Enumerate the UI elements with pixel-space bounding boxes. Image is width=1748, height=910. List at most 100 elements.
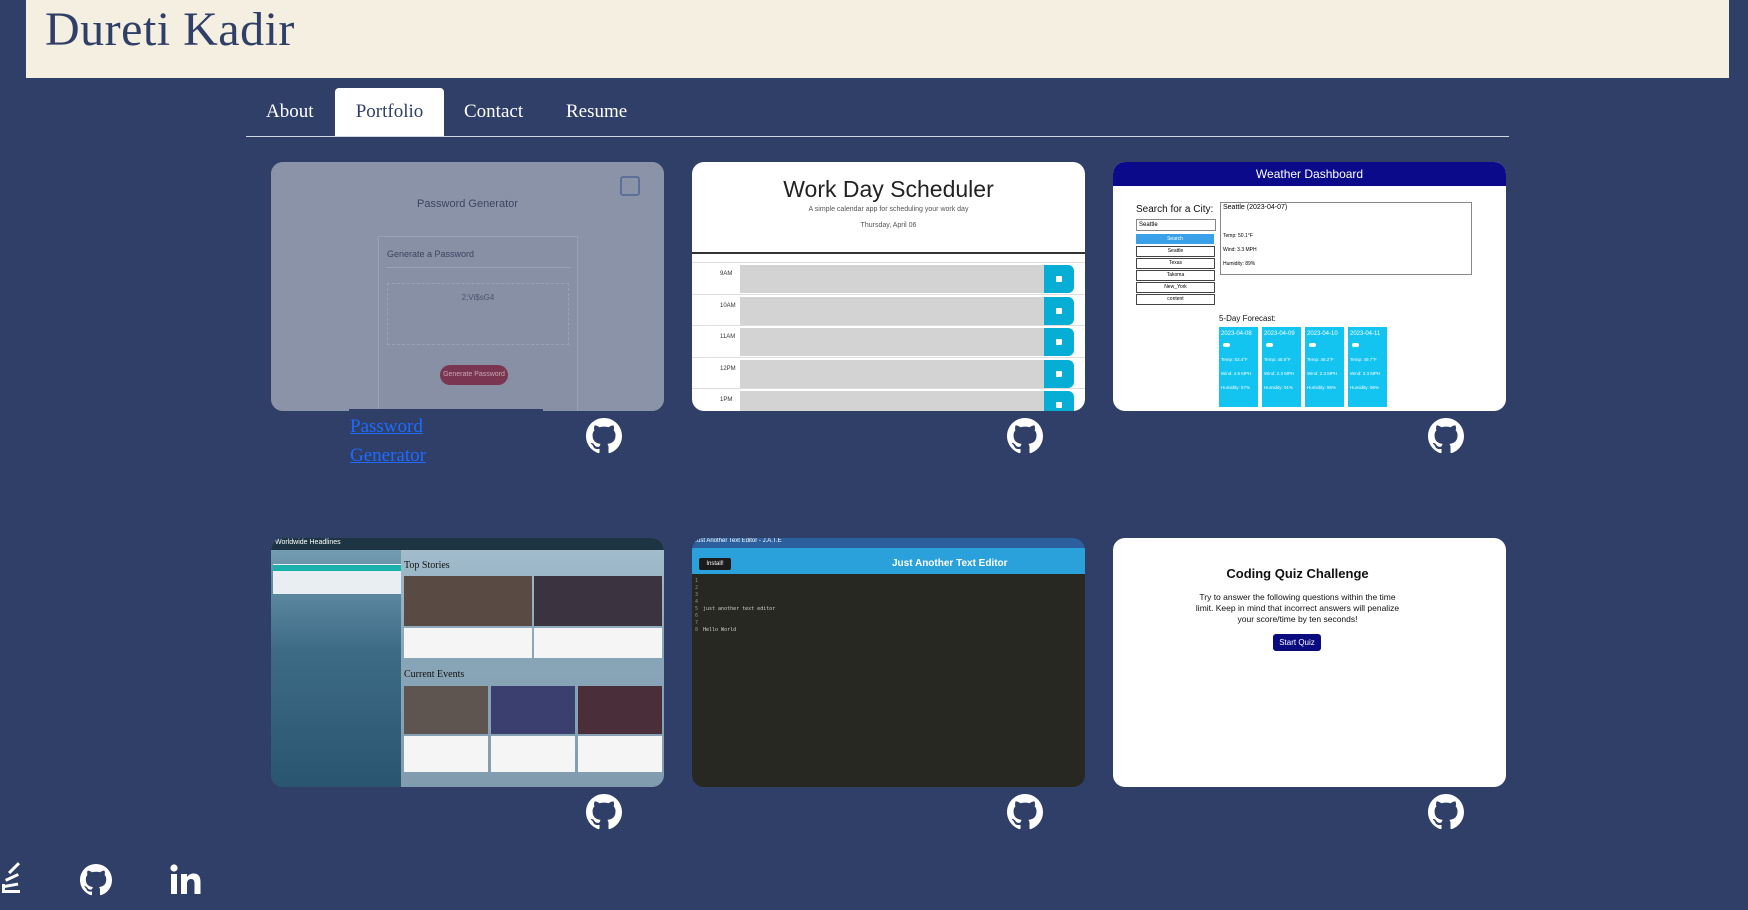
weather-forecast-label: 5-Day Forecast: (1219, 314, 1276, 323)
scheduler-subtitle: A simple calendar app for scheduling you… (808, 206, 969, 213)
weather-city-button: Texas (1136, 258, 1215, 269)
weather-search-input: Seattle (1136, 219, 1216, 231)
weather-search-button: Search (1136, 234, 1214, 244)
editor-line: 7 (695, 620, 775, 627)
scheduler-text-area (740, 265, 1044, 293)
weather-forecast-temp: Temp: 48.6°F (1264, 357, 1291, 362)
scheduler-hour: 12PM (720, 365, 736, 372)
password-generator-link[interactable]: Password Generator (350, 412, 430, 470)
news-section-top-stories: Top Stories (404, 560, 450, 571)
password-shot-button: Generate Password (440, 365, 508, 385)
weather-forecast-date: 2023-04-11 (1350, 331, 1381, 337)
editor-line: 4 (695, 599, 775, 606)
password-shot-title: Password Generator (417, 198, 518, 210)
linkedin-icon[interactable] (170, 862, 202, 898)
editor-line: 1 (695, 578, 775, 585)
weather-forecast-humidity: Humidity: 96% (1350, 385, 1380, 390)
tab-portfolio[interactable]: Portfolio (335, 88, 444, 136)
editor-line: 5 just another text editor (695, 606, 775, 613)
project-card-coding-quiz[interactable]: Coding Quiz Challenge Try to answer the … (1113, 538, 1506, 787)
editor-line-number: 7 (695, 620, 699, 626)
project-card-text-editor[interactable]: Just Another Text Editor - J.A.T.E Insta… (692, 538, 1085, 787)
quiz-start-button: Start Quiz (1273, 634, 1321, 651)
editor-line: 6 (695, 613, 775, 620)
weather-current-wind: Wind: 3.3 MPH (1223, 247, 1257, 253)
weather-forecast-wind: Wind: 3.3 MPH (1350, 371, 1381, 376)
weather-forecast-temp: Temp: 53.4°F (1221, 357, 1248, 362)
project-card-password-generator[interactable]: Password Generator Generate a Password 2… (271, 162, 664, 411)
weather-forecast-wind: Wind: 2.3 MPH (1264, 371, 1295, 376)
editor-install-button: Install! (699, 558, 731, 570)
scheduler-hour: 10AM (720, 302, 736, 309)
scheduler-hour: 9AM (720, 271, 733, 277)
weather-forecast-card: 2023-04-08 Temp: 53.4°F Wind: 4.6 MPH Humid… (1219, 327, 1258, 407)
password-shot-panel: Generate a Password 2;Vi$sG4 Generate Pa… (378, 236, 578, 411)
editor-line-number: 6 (695, 613, 699, 619)
editor-line-number: 8 (695, 627, 699, 633)
cloud-icon (1352, 343, 1359, 347)
news-brand: Worldwide Headlines (275, 539, 341, 546)
news-section-current-events: Current Events (404, 669, 465, 680)
scheduler-text-area (740, 296, 1044, 325)
password-shot-field: 2;Vi$sG4 (461, 293, 495, 302)
editor-line-text: Hello World (703, 627, 737, 633)
project-card-work-day-scheduler[interactable]: Work Day Scheduler A simple calendar app… (692, 162, 1085, 411)
github-icon[interactable] (1007, 418, 1043, 454)
weather-forecast-date: 2023-04-10 (1307, 331, 1338, 337)
scheduler-save-button (1044, 391, 1074, 411)
weather-forecast-humidity: Humidity: 95% (1307, 385, 1337, 390)
cloud-icon (1309, 343, 1316, 347)
weather-current: Seattle (2023-04-07) Temp: 50.1°F Wind: … (1220, 202, 1472, 275)
editor-code: 1 2 3 4 5 just another text editor 6 7 8 Hello Wo… (695, 578, 775, 634)
project-card-worldwide-headlines[interactable]: Worldwide Headlines Top Stories Current … (271, 538, 664, 787)
weather-forecast-humidity: Humidity: 57% (1221, 385, 1251, 390)
weather-forecast-wind: Wind: 2.3 MPH (1307, 371, 1338, 376)
scheduler-hour: 11AM (720, 334, 736, 340)
weather-forecast-card: 2023-04-11 Temp: 49.7°F Wind: 3.3 MPH Humid… (1348, 327, 1387, 407)
weather-forecast-date: 2023-04-09 (1264, 331, 1295, 337)
github-icon[interactable] (1428, 794, 1464, 830)
github-icon[interactable] (586, 418, 622, 454)
tab-resume[interactable]: Resume (546, 88, 647, 136)
editor-line-number: 5 (695, 606, 699, 612)
weather-forecast-wind: Wind: 4.6 MPH (1221, 371, 1252, 376)
scheduler-save-button (1044, 296, 1074, 325)
scheduler-text-area (740, 391, 1044, 411)
weather-city-button: Takoma (1136, 270, 1215, 281)
site-title: Dureti Kadir (45, 3, 295, 56)
weather-forecast-temp: Temp: 48.2°F (1307, 357, 1334, 362)
editor-line: 3 (695, 592, 775, 599)
project-card-weather-dashboard[interactable]: Weather Dashboard Search for a City: Sea… (1113, 162, 1506, 411)
stackoverflow-icon[interactable] (0, 862, 22, 898)
scheduler-text-area (740, 328, 1044, 356)
scheduler-hour: 1PM (720, 397, 733, 403)
weather-forecast-card: 2023-04-09 Temp: 48.6°F Wind: 2.3 MPH Humid… (1262, 327, 1301, 407)
weather-title: Weather Dashboard (1113, 162, 1506, 186)
site-header: Dureti Kadir (26, 0, 1729, 78)
scheduler-text-area (740, 359, 1044, 388)
weather-forecast-temp: Temp: 49.7°F (1350, 357, 1377, 362)
scheduler-row: 11AM (692, 325, 1085, 357)
github-icon[interactable] (1007, 794, 1043, 830)
scheduler-title: Work Day Scheduler (783, 176, 994, 202)
editor-tab-title: Just Another Text Editor - J.A.T.E (694, 538, 782, 544)
weather-city-button: Seattle (1136, 246, 1215, 257)
weather-search-label: Search for a City: (1136, 204, 1214, 215)
weather-city-button: content (1136, 294, 1215, 305)
tab-about[interactable]: About (246, 88, 334, 136)
weather-forecast-card: 2023-04-10 Temp: 48.2°F Wind: 2.3 MPH Humid… (1305, 327, 1344, 407)
github-icon[interactable] (1428, 418, 1464, 454)
github-icon[interactable] (80, 862, 112, 898)
scheduler-row: 1PM (692, 388, 1085, 411)
scheduler-row: 10AM (692, 293, 1085, 326)
github-icon[interactable] (586, 794, 622, 830)
tab-contact[interactable]: Contact (444, 88, 543, 136)
editor-line-number: 4 (695, 599, 699, 605)
editor-line-text: just another text editor (703, 606, 776, 612)
scheduler-row: 12PM (692, 356, 1085, 389)
scheduler-save-button (1044, 265, 1074, 293)
editor-line: 8 Hello World (695, 627, 775, 634)
weather-forecast-humidity: Humidity: 91% (1264, 385, 1294, 390)
editor-title: Just Another Text Editor (892, 558, 1008, 569)
cloud-icon (1266, 343, 1273, 347)
